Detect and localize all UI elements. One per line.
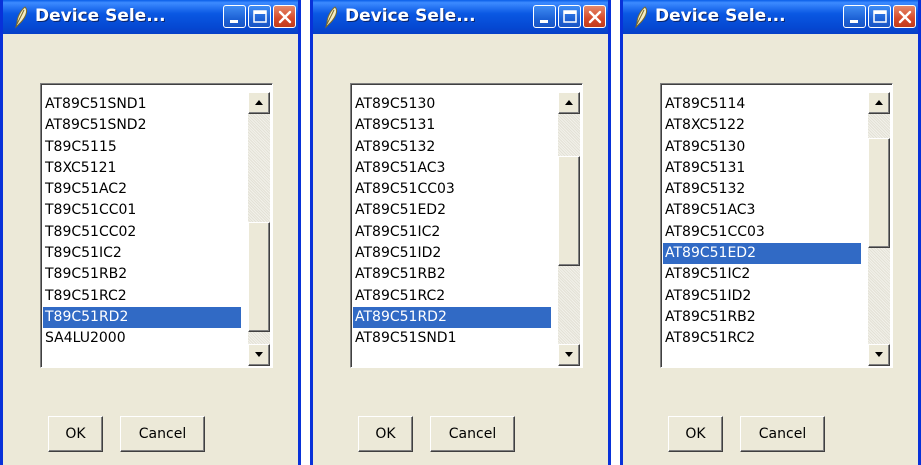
minimize-button[interactable] [843,5,866,28]
device-list: AT89C5130 AT89C5131 AT89C5132 AT89C51AC3 AT8… [353,94,551,350]
window-title: Device Sele... [35,6,166,26]
vertical-scrollbar[interactable] [248,92,270,366]
list-item[interactable]: AT89C51SND1 [43,94,241,115]
list-item[interactable]: AT89C5114 [663,94,861,115]
scroll-up-button[interactable] [248,92,270,114]
list-item[interactable]: AT89C51SND2 [43,115,241,136]
list-item[interactable]: AT89C51SND1 [353,328,551,349]
list-item[interactable]: T89C51RC2 [43,286,241,307]
cancel-button[interactable]: Cancel [740,416,825,452]
cancel-button[interactable]: Cancel [430,416,515,452]
maximize-button[interactable] [248,5,271,28]
minimize-button[interactable] [223,5,246,28]
device-listbox[interactable]: AT89C5130 AT89C5131 AT89C5132 AT89C51AC3 AT8… [350,83,583,368]
device-select-dialog: Device Sele... AT89C51SND1 AT89C51SND2 T89… [0,0,301,465]
device-list: AT89C5114 AT8XC5122 AT89C5130 AT89C5131 AT89… [663,94,861,350]
list-item[interactable]: AT89C5131 [663,158,861,179]
ok-button[interactable]: OK [48,416,103,452]
list-item[interactable]: AT89C51ID2 [353,243,551,264]
list-item[interactable]: AT89C51IC2 [663,264,861,285]
list-item[interactable]: AT89C51CC03 [663,222,861,243]
list-item[interactable]: T89C51CC02 [43,222,241,243]
device-list: AT89C51SND1 AT89C51SND2 T89C5115 T8XC5121 T8… [43,94,241,350]
maximize-button[interactable] [558,5,581,28]
list-item[interactable]: AT89C51RC2 [663,328,861,349]
vertical-scrollbar[interactable] [558,92,580,366]
list-item[interactable]: T89C51CC01 [43,200,241,221]
list-item[interactable]: AT89C5130 [353,94,551,115]
scroll-up-button[interactable] [868,92,890,114]
minimize-button[interactable] [533,5,556,28]
title-bar[interactable]: Device Sele... [623,0,918,34]
feather-icon [321,5,341,29]
scrollbar-thumb[interactable] [868,138,890,248]
list-item[interactable]: AT89C5131 [353,115,551,136]
ok-button[interactable]: OK [358,416,413,452]
maximize-button[interactable] [868,5,891,28]
list-item[interactable]: AT8XC5122 [663,115,861,136]
list-item[interactable]: AT89C51CC03 [353,179,551,200]
scrollbar-thumb[interactable] [248,222,270,332]
title-bar[interactable]: Device Sele... [313,0,608,34]
title-bar[interactable]: Device Sele... [3,0,298,34]
list-item[interactable]: SA4LU2000 [43,328,241,349]
scrollbar-thumb[interactable] [558,156,580,266]
device-listbox[interactable]: AT89C51SND1 AT89C51SND2 T89C5115 T8XC5121 T8… [40,83,273,368]
list-item[interactable]: AT89C51RB2 [353,264,551,285]
device-select-dialog: Device Sele... AT89C5130 AT89C5131 AT89C51… [310,0,611,465]
list-item[interactable]: T89C51RD2 [43,306,241,329]
device-select-dialog: Device Sele... AT89C5114 AT8XC5122 AT89C51… [620,0,921,465]
close-button[interactable] [583,5,606,28]
feather-icon [11,5,31,29]
scroll-down-button[interactable] [868,344,890,366]
list-item[interactable]: AT89C51RB2 [663,307,861,328]
list-item[interactable]: T8XC5121 [43,158,241,179]
list-item[interactable]: T89C51RB2 [43,264,241,285]
list-item[interactable]: AT89C5130 [663,137,861,158]
scroll-down-button[interactable] [248,344,270,366]
list-item[interactable]: AT89C51ED2 [353,200,551,221]
vertical-scrollbar[interactable] [868,92,890,366]
list-item[interactable]: AT89C51RC2 [353,286,551,307]
list-item[interactable]: AT89C51RD2 [353,306,551,329]
list-item[interactable]: T89C51AC2 [43,179,241,200]
window-title: Device Sele... [345,6,476,26]
device-listbox[interactable]: AT89C5114 AT8XC5122 AT89C5130 AT89C5131 AT89… [660,83,893,368]
list-item[interactable]: AT89C51ED2 [663,243,861,265]
cancel-button[interactable]: Cancel [120,416,205,452]
list-item[interactable]: AT89C51AC3 [353,158,551,179]
window-title: Device Sele... [655,6,786,26]
list-item[interactable]: AT89C5132 [663,179,861,200]
list-item[interactable]: AT89C51ID2 [663,286,861,307]
scroll-up-button[interactable] [558,92,580,114]
close-button[interactable] [273,5,296,28]
feather-icon [631,5,651,29]
list-item[interactable]: T89C5115 [43,137,241,158]
list-item[interactable]: AT89C51AC3 [663,200,861,221]
list-item[interactable]: T89C51IC2 [43,243,241,264]
ok-button[interactable]: OK [668,416,723,452]
list-item[interactable]: AT89C51IC2 [353,222,551,243]
list-item[interactable]: AT89C5132 [353,137,551,158]
close-button[interactable] [893,5,916,28]
scroll-down-button[interactable] [558,344,580,366]
